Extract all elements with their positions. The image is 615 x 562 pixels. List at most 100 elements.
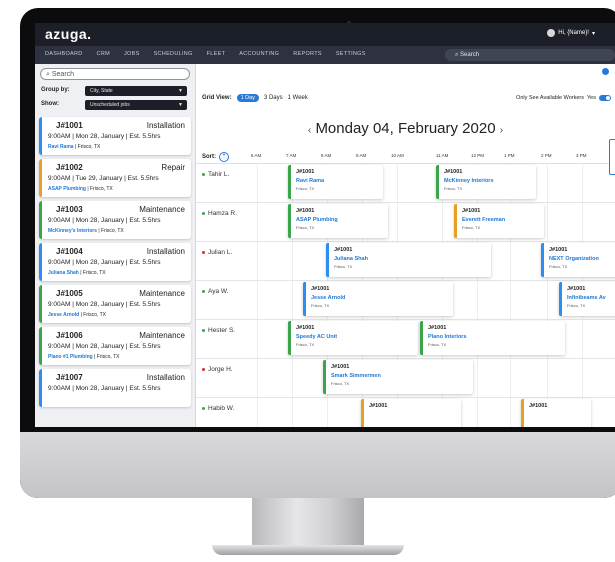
scheduled-job-card[interactable]: J#1001 ASAP Plumbing Frisco, TX — [288, 204, 388, 238]
customer-name[interactable]: Plano #1 Plumbing — [48, 354, 93, 360]
worker-name[interactable]: Aya W. — [202, 288, 228, 295]
customer-name[interactable]: Ravi Rama — [48, 144, 74, 150]
nav-item-accounting[interactable]: ACCOUNTING — [239, 51, 279, 57]
status-dot — [202, 406, 205, 410]
job-id: J#1003 — [56, 205, 83, 214]
job-id: J#1001 — [56, 121, 83, 130]
search-placeholder: Search — [51, 71, 75, 78]
hour-label: 3 PM — [576, 153, 587, 158]
scheduled-job-card[interactable]: J#1001 Juliana Shah Frisco, TX — [326, 243, 491, 277]
customer-name[interactable]: ASAP Plumbing — [48, 186, 86, 192]
scheduled-job-card[interactable]: J#1001 Speedy AC Unit Frisco, TX — [288, 321, 418, 355]
scheduled-job-card[interactable]: J#1001 Everett Freeman Frisco, TX — [454, 204, 544, 238]
monitor-stand-neck — [252, 498, 364, 548]
job-card[interactable]: J#1004 Installation 9:00AM | Mon 28, Janua… — [39, 243, 191, 281]
main-nav: DASHBOARD CRM JOBS SCHEDULING FLEET ACCOUNTIN… — [35, 46, 615, 64]
scheduled-job-card[interactable]: J#1001 Infinibeams Av Frisco, TX — [559, 282, 615, 316]
available-workers-label: Only See Available Workers — [516, 95, 585, 101]
date-title: Monday 04, February 2020 — [315, 120, 496, 137]
card-customer[interactable]: Jesse Arnold — [311, 295, 345, 301]
worker-name[interactable]: Tahir L. — [202, 171, 229, 178]
card-customer[interactable]: Speedy AC Unit — [296, 334, 337, 340]
job-time: 9:00AM | Mon 28, January | Est. 5.5hrs — [48, 343, 161, 350]
customer-name[interactable]: Jesse Arnold — [48, 312, 79, 318]
card-location: Frisco, TX — [567, 303, 586, 308]
job-card[interactable]: J#1007 Installation 9:00AM | Mon 28, Janua… — [39, 369, 191, 407]
job-customer: Ravi Rama | Frisco, TX — [48, 144, 100, 150]
hour-label: 7 AM — [286, 153, 297, 158]
card-customer[interactable]: ASAP Plumbing — [296, 217, 338, 223]
worker-name[interactable]: Jorge H. — [202, 366, 233, 373]
view-1-day[interactable]: 1 Day — [236, 94, 259, 102]
worker-name[interactable]: Julian L. — [202, 249, 232, 256]
show-value: Unscheduled jobs — [90, 102, 130, 108]
job-card[interactable]: J#1003 Maintenance 9:00AM | Mon 28, Januar… — [39, 201, 191, 239]
schedule-grid: Grid View: 1 Day 3 Days 1 Week Only See … — [196, 64, 615, 427]
prev-day-button[interactable]: ‹ — [308, 125, 311, 136]
card-job-id: J#1001 — [334, 247, 353, 253]
view-3-days[interactable]: 3 Days — [264, 95, 283, 101]
gear-icon[interactable] — [602, 68, 609, 75]
nav-item-jobs[interactable]: JOBS — [124, 51, 140, 57]
scheduled-job-card[interactable]: J#1001 NEXT Organization Frisco, TX — [541, 243, 615, 277]
scheduled-job-card[interactable]: J#1001 McKinney Interiors Frisco, TX — [436, 165, 536, 199]
customer-name[interactable]: Juliana Shah — [48, 270, 79, 276]
scheduled-job-card[interactable]: J#1001 Jesse Arnold Frisco, TX — [303, 282, 453, 316]
card-customer[interactable]: Infinibeams Av — [567, 295, 606, 301]
grid-view-switch: Grid View: 1 Day 3 Days 1 Week — [202, 94, 308, 102]
card-customer[interactable]: Smark Simmermen — [331, 373, 381, 379]
worker-name[interactable]: Habib W. — [202, 405, 234, 412]
customer-name[interactable]: McKinney's Interiors — [48, 228, 97, 234]
nav-item-fleet[interactable]: FLEET — [207, 51, 226, 57]
job-time: 9:00AM | Mon 28, January | Est. 5.5hrs — [48, 133, 161, 140]
worker-name[interactable]: Hamza R. — [202, 210, 237, 217]
card-customer[interactable]: McKinney Interiors — [444, 178, 494, 184]
card-job-id: J#1001 — [549, 247, 568, 253]
next-day-button[interactable]: › — [500, 125, 503, 136]
sort-label: Sort: — [202, 154, 216, 160]
nav-item-crm[interactable]: CRM — [97, 51, 110, 57]
card-customer[interactable]: NEXT Organization — [549, 256, 599, 262]
card-location: Frisco, TX — [462, 225, 481, 230]
scheduled-job-card[interactable]: J#1001 — [521, 399, 591, 427]
scheduled-job-card[interactable]: J#1001 Plano Interiors Frisco, TX — [420, 321, 565, 355]
nav-item-reports[interactable]: REPORTS — [293, 51, 322, 57]
sort-control[interactable]: Sort: ⌃ — [202, 152, 229, 162]
scheduled-job-card[interactable]: J#1001 Smark Simmermen Frisco, TX — [323, 360, 473, 394]
global-search-input[interactable]: ⌕ Search — [445, 49, 615, 61]
job-id: J#1007 — [56, 373, 83, 382]
monitor-chin — [20, 432, 615, 498]
view-1-week[interactable]: 1 Week — [288, 95, 308, 101]
card-customer[interactable]: Everett Freeman — [462, 217, 505, 223]
job-card[interactable]: J#1001 Installation 9:00AM | Mon 28, Janua… — [39, 117, 191, 155]
card-job-id: J#1001 — [331, 364, 350, 370]
card-customer[interactable]: Ravi Rama — [296, 178, 324, 184]
scheduled-job-card[interactable]: J#1001 Ravi Rama Frisco, TX — [288, 165, 383, 199]
job-card[interactable]: J#1002 Repair 9:00AM | Tue 29, January | E… — [39, 159, 191, 197]
worker-name-text: Habib W. — [208, 405, 235, 412]
nav-item-dashboard[interactable]: DASHBOARD — [45, 51, 83, 57]
job-customer: Juliana Shah | Frisco, TX — [48, 270, 106, 276]
scheduled-job-card[interactable]: J#1001 — [361, 399, 461, 427]
nav-item-scheduling[interactable]: SCHEDULING — [154, 51, 193, 57]
card-location: Frisco, TX — [549, 264, 568, 269]
job-search-input[interactable]: ⌕ Search — [40, 68, 190, 80]
job-card[interactable]: J#1006 Maintenance 9:00AM | Mon 28, Januar… — [39, 327, 191, 365]
side-legend — [609, 139, 615, 175]
available-workers-toggle[interactable] — [599, 95, 611, 101]
card-customer[interactable]: Juliana Shah — [334, 256, 368, 262]
user-menu[interactable]: Hi, {Name}! ▾ — [547, 29, 595, 37]
group-by-select[interactable]: City, State ▼ — [85, 86, 187, 96]
card-job-id: J#1001 — [428, 325, 447, 331]
monitor-stand-base — [212, 545, 404, 555]
show-select[interactable]: Unscheduled jobs ▼ — [85, 100, 187, 110]
nav-item-settings[interactable]: SETTINGS — [336, 51, 366, 57]
job-card[interactable]: J#1005 Maintenance 9:00AM | Mon 28, Januar… — [39, 285, 191, 323]
show-label: Show: — [41, 101, 59, 107]
worker-name[interactable]: Hester S. — [202, 327, 235, 334]
job-customer: Plano #1 Plumbing | Frisco, TX — [48, 354, 120, 360]
card-customer[interactable]: Plano Interiors — [428, 334, 467, 340]
job-location: | Frisco, TX — [73, 144, 101, 150]
card-job-id: J#1001 — [529, 403, 548, 409]
worker-row: Hamza R. — [196, 202, 615, 242]
